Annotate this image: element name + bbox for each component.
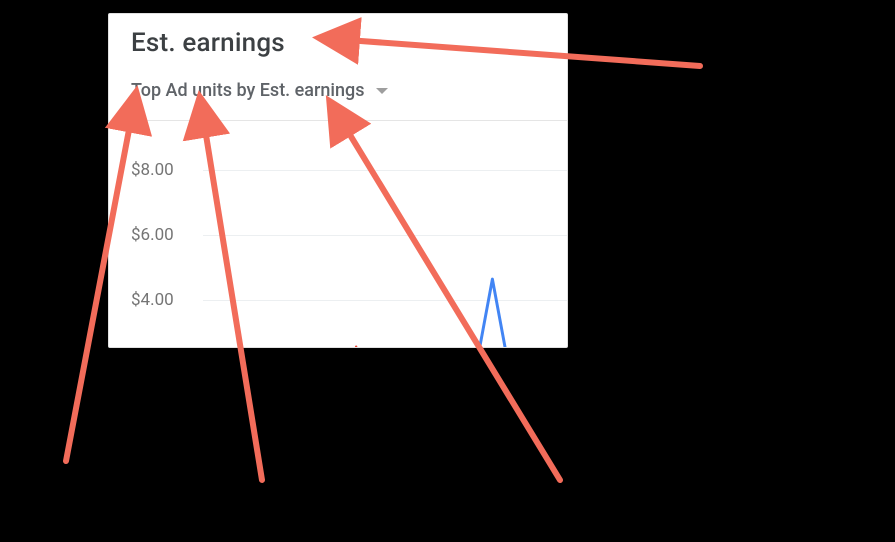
earnings-card: Est. earnings Top Ad units by Est. earni… xyxy=(108,13,568,348)
y-tick-label: $6.00 xyxy=(131,225,195,245)
y-tick-label: $8.00 xyxy=(131,160,195,180)
card-title: Est. earnings xyxy=(131,28,285,58)
y-tick-label: $4.00 xyxy=(131,290,195,310)
caret-down-icon xyxy=(374,83,390,99)
chart-area: $8.00 $6.00 $4.00 xyxy=(131,120,567,347)
ad-units-dropdown[interactable]: Top Ad units by Est. earnings xyxy=(131,80,390,101)
line-series xyxy=(203,120,567,348)
dropdown-label: Top Ad units by Est. earnings xyxy=(131,80,364,101)
